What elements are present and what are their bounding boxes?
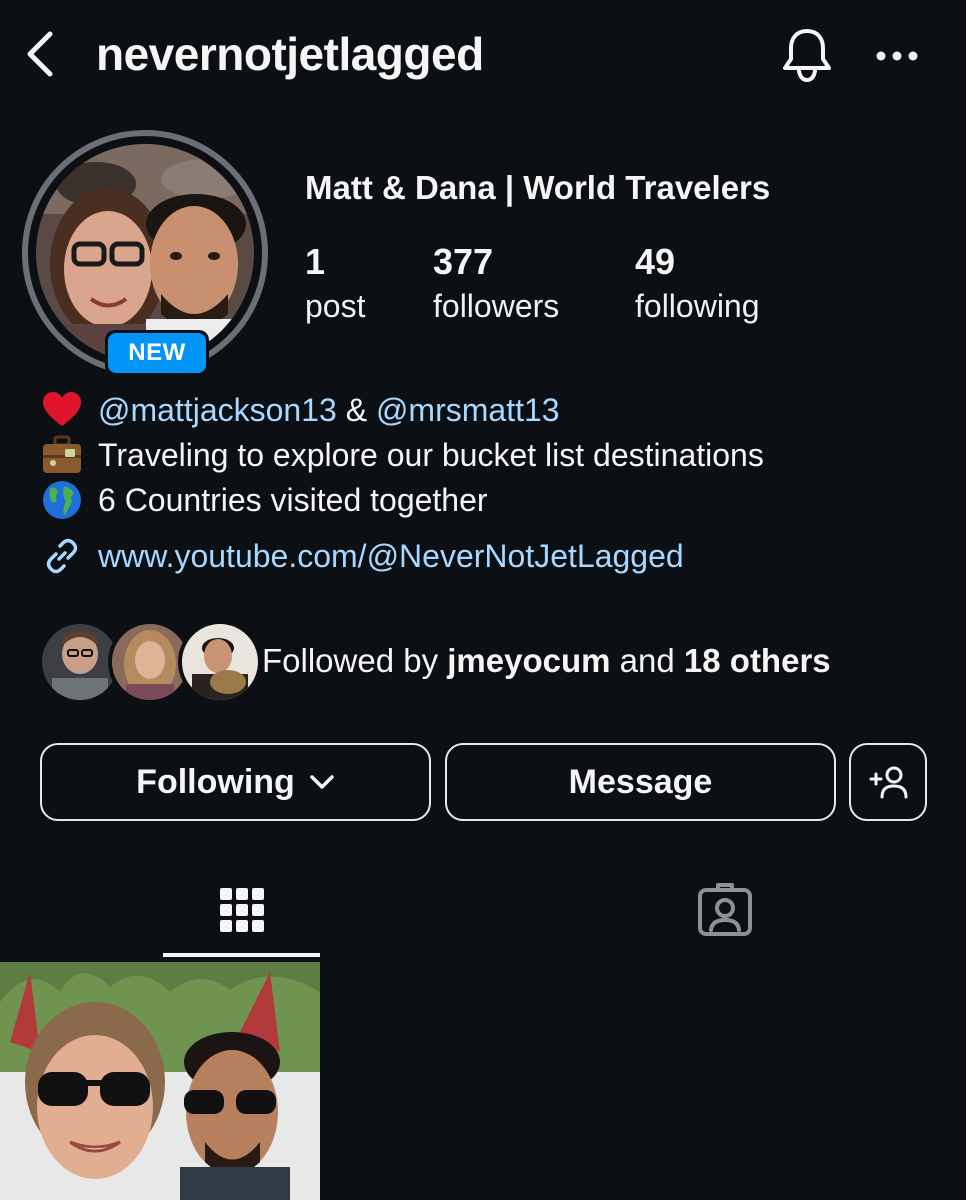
- message-button[interactable]: Message: [445, 743, 836, 821]
- followed-by-row[interactable]: Followed by jmeyocum and 18 others: [38, 620, 938, 704]
- add-user-icon: [869, 766, 908, 799]
- stat-following[interactable]: 49 following: [635, 240, 760, 328]
- grid-icon: [219, 888, 264, 932]
- message-button-label: Message: [568, 762, 713, 801]
- bio-link[interactable]: www.youtube.com/@NeverNotJetLagged: [40, 533, 684, 579]
- bell-icon: [783, 29, 831, 83]
- followed-by-text: Followed by jmeyocum and 18 others: [262, 638, 831, 684]
- bio-travel-text: Traveling to explore our bucket list des…: [98, 437, 764, 473]
- stat-following-value: 49: [635, 241, 676, 282]
- display-name: Matt & Dana | World Travelers: [305, 169, 771, 206]
- profile-tabs: [0, 860, 966, 960]
- following-button[interactable]: Following: [40, 743, 431, 821]
- tab-tagged[interactable]: [646, 860, 803, 960]
- new-badge-label: NEW: [108, 333, 206, 373]
- more-horizontal-icon: [876, 51, 918, 61]
- bio-countries-text: 6 Countries visited together: [98, 482, 488, 518]
- back-button[interactable]: [18, 28, 62, 80]
- profile-username: nevernotjetlagged: [96, 28, 484, 80]
- red-heart-icon: [40, 388, 84, 432]
- stat-followers-label: followers: [433, 288, 560, 324]
- followed-by-prefix: Followed by: [262, 642, 448, 679]
- followed-by-others: 18 others: [683, 642, 831, 679]
- followed-by-user: jmeyocum: [447, 642, 611, 679]
- globe-icon: [40, 478, 84, 522]
- bio-line-mentions: @mattjackson13 & @mrsmatt13: [40, 388, 560, 432]
- new-badge: NEW: [105, 330, 209, 376]
- stat-followers[interactable]: 377 followers: [433, 240, 559, 328]
- more-options-button[interactable]: [868, 30, 926, 82]
- tagged-icon: [697, 883, 752, 936]
- bio-line-travel: Traveling to explore our bucket list des…: [40, 433, 764, 477]
- following-button-label: Following: [136, 762, 295, 801]
- bio-separator: &: [336, 392, 376, 428]
- suggest-users-button[interactable]: [849, 743, 927, 821]
- stat-following-label: following: [635, 288, 760, 324]
- bio-link-text: www.youtube.com/@NeverNotJetLagged: [98, 538, 684, 574]
- stat-posts-value: 1: [305, 241, 326, 282]
- top-bar: nevernotjetlagged: [0, 0, 966, 110]
- stat-followers-value: 377: [433, 241, 494, 282]
- post-thumbnail[interactable]: [0, 962, 320, 1200]
- suitcase-icon: [40, 433, 84, 477]
- notifications-button[interactable]: [778, 26, 836, 84]
- link-icon: [40, 534, 84, 578]
- followed-by-middle: and: [610, 642, 684, 679]
- active-tab-indicator: [163, 953, 320, 957]
- stat-posts[interactable]: 1 post: [305, 240, 365, 328]
- mention-mattjackson13[interactable]: @mattjackson13: [98, 388, 337, 432]
- bio-line-countries: 6 Countries visited together: [40, 478, 488, 522]
- mention-mrsmatt13[interactable]: @mrsmatt13: [376, 388, 560, 432]
- chevron-left-icon: [27, 31, 53, 77]
- tab-posts-grid[interactable]: [163, 860, 320, 960]
- mutual-follower-avatar: [178, 620, 262, 704]
- profile-avatar[interactable]: NEW: [22, 130, 268, 376]
- chevron-down-icon: [310, 775, 334, 789]
- stat-posts-label: post: [305, 288, 366, 324]
